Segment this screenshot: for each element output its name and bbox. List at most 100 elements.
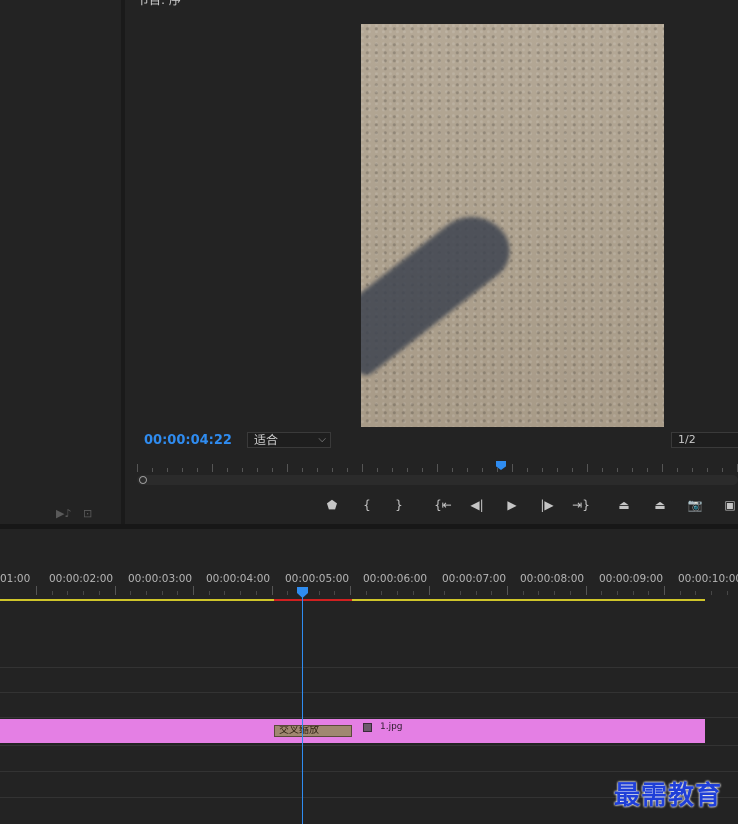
ruler-label: 00:00:03:00 — [128, 573, 193, 585]
ruler-minor-tick — [397, 591, 398, 595]
playhead-line[interactable] — [302, 591, 303, 824]
ruler-minor-tick — [523, 591, 524, 595]
overwrite-icon[interactable]: ⊡ — [83, 507, 92, 520]
work-area-bar[interactable] — [0, 599, 705, 601]
track-divider — [0, 667, 738, 668]
insert-icon[interactable]: ▶♪ — [56, 507, 71, 520]
ruler-tick — [507, 586, 508, 595]
ruler-minor-tick — [648, 591, 649, 595]
ruler-tick — [467, 468, 468, 472]
zoom-scrollbar-handle[interactable] — [139, 476, 147, 484]
ruler-tick — [257, 468, 258, 472]
ruler-minor-tick — [413, 591, 414, 595]
ruler-tick — [272, 586, 273, 595]
ruler-minor-tick — [209, 591, 210, 595]
ruler-minor-tick — [287, 591, 288, 595]
ruler-minor-tick — [444, 591, 445, 595]
ruler-minor-tick — [67, 591, 68, 595]
ruler-minor-tick — [695, 591, 696, 595]
ruler-tick — [437, 464, 438, 472]
ruler-tick — [347, 468, 348, 472]
project-panel: ▶♪ ⊡ — [0, 0, 121, 524]
ruler-tick — [377, 468, 378, 472]
mark-in-button[interactable]: { — [358, 497, 376, 513]
ruler-minor-tick — [177, 591, 178, 595]
ruler-tick — [542, 468, 543, 472]
ruler-label: 01:00 — [0, 573, 31, 585]
ruler-tick — [586, 586, 587, 595]
ruler-tick — [512, 464, 513, 472]
ruler-minor-tick — [570, 591, 571, 595]
ruler-minor-tick — [460, 591, 461, 595]
track-divider — [0, 717, 738, 718]
ruler-tick — [707, 468, 708, 472]
video-clip[interactable] — [0, 719, 705, 743]
playhead-timecode[interactable]: 00:00:04:22 — [144, 433, 232, 448]
mark-out-button[interactable]: } — [390, 497, 408, 513]
ruler-tick — [193, 586, 194, 595]
play-button[interactable]: ▶ — [503, 497, 521, 513]
render-bar — [274, 599, 352, 601]
ruler-label: 00:00:09:00 — [599, 573, 664, 585]
fit-dropdown[interactable]: 适合 ⌵ — [247, 432, 331, 448]
compare-view-button[interactable]: ▣ — [721, 497, 738, 513]
ruler-tick — [632, 468, 633, 472]
ruler-minor-tick — [680, 591, 681, 595]
program-monitor: 节目: 序 00:00:04:22 适合 ⌵ 1/2 ⬟ {} {⇤ ◀| ▶ |▶ ⇥} ⏏… — [125, 0, 738, 524]
ruler-minor-tick — [130, 591, 131, 595]
watermark-logo: 最需教育 — [614, 781, 723, 811]
ruler-tick — [36, 586, 37, 595]
ruler-tick — [482, 468, 483, 472]
ruler-tick — [722, 468, 723, 472]
resolution-value: 1/2 — [678, 433, 696, 446]
extract-button[interactable]: ⏏ — [651, 497, 669, 513]
monitor-time-ruler[interactable] — [137, 460, 738, 472]
add-marker-button[interactable]: ⬟ — [323, 497, 341, 513]
lift-button[interactable]: ⏏ — [615, 497, 633, 513]
ruler-tick — [677, 468, 678, 472]
ruler-tick — [587, 464, 588, 472]
track-divider — [0, 745, 738, 746]
ruler-tick — [272, 468, 273, 472]
ruler-label: 00:00:05:00 — [285, 573, 350, 585]
ruler-tick — [152, 468, 153, 472]
ruler-tick — [692, 468, 693, 472]
ruler-tick — [392, 468, 393, 472]
ruler-tick — [287, 464, 288, 472]
ruler-label: 00:00:02:00 — [49, 573, 114, 585]
ruler-tick — [317, 468, 318, 472]
export-frame-button[interactable]: 📷 — [686, 497, 704, 513]
ruler-tick — [197, 468, 198, 472]
ruler-tick — [362, 464, 363, 472]
zoom-scrollbar[interactable] — [137, 475, 738, 485]
go-to-out-button[interactable]: ⇥} — [572, 497, 590, 513]
ruler-tick — [572, 468, 573, 472]
ruler-tick — [242, 468, 243, 472]
ruler-minor-tick — [146, 591, 147, 595]
ruler-minor-tick — [256, 591, 257, 595]
ruler-tick — [227, 468, 228, 472]
ruler-tick — [647, 468, 648, 472]
ruler-tick — [527, 468, 528, 472]
ruler-tick — [137, 464, 138, 472]
ruler-minor-tick — [224, 591, 225, 595]
ruler-label: 00:00:10:00 — [678, 573, 738, 585]
cross-zoom-transition[interactable]: 交叉缩放 — [274, 725, 352, 737]
ruler-minor-tick — [334, 591, 335, 595]
ruler-minor-tick — [711, 591, 712, 595]
go-to-in-button[interactable]: {⇤ — [434, 497, 452, 513]
ruler-tick — [422, 468, 423, 472]
ruler-tick — [557, 468, 558, 472]
ruler-tick — [602, 468, 603, 472]
ruler-tick — [302, 468, 303, 472]
resolution-dropdown[interactable]: 1/2 — [671, 432, 738, 448]
ruler-tick — [407, 468, 408, 472]
track-divider — [0, 692, 738, 693]
step-forward-button[interactable]: |▶ — [538, 497, 556, 513]
track-divider — [0, 771, 738, 772]
ruler-minor-tick — [162, 591, 163, 595]
ruler-minor-tick — [617, 591, 618, 595]
step-back-button[interactable]: ◀| — [468, 497, 486, 513]
monitor-title[interactable]: 节目: 序 — [137, 0, 181, 8]
ruler-minor-tick — [366, 591, 367, 595]
